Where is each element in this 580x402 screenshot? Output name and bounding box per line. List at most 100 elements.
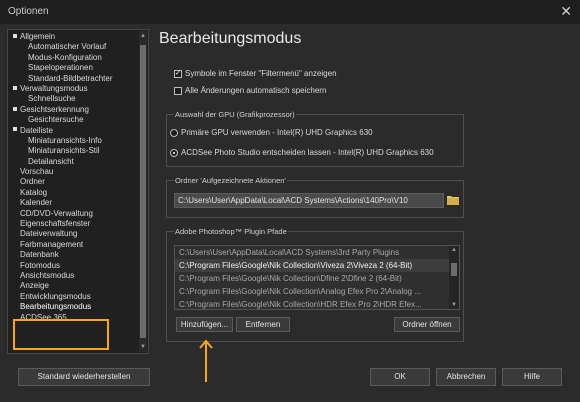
scroll-up-icon[interactable]: ▲	[139, 33, 147, 39]
checkbox-box[interactable]: ✓	[174, 69, 182, 78]
sidebar-item[interactable]: Miniaturansichts-Info	[8, 136, 148, 146]
sidebar-item-label: Automatischer Vorlauf	[28, 42, 107, 52]
filter-menu-icons-checkbox[interactable]: ✓ Symbole im Fenster "Filtermenü" anzeig…	[174, 69, 337, 78]
scroll-up-icon[interactable]: ▲	[449, 247, 459, 253]
sidebar-item-label: Ordner	[20, 177, 45, 187]
sidebar-item-label: CD/DVD-Verwaltung	[20, 208, 93, 218]
close-icon[interactable]: ✕	[560, 3, 572, 20]
expand-square-icon[interactable]	[13, 33, 17, 38]
sidebar-item[interactable]: Dateiliste	[8, 126, 148, 136]
sidebar-item-label: Gesichtserkennung	[20, 104, 89, 114]
sidebar-item[interactable]: Gesichtserkennung	[8, 105, 148, 115]
sidebar-item-label: Gesichtersuche	[28, 115, 84, 125]
plugin-paths-rows: C:\Users\User\AppData\Local\ACD Systems\…	[175, 246, 459, 309]
sidebar-item[interactable]: Modus-Konfiguration	[8, 53, 148, 63]
sidebar-item-label: Allgemein	[20, 32, 56, 41]
help-button[interactable]: Hilfe	[502, 368, 562, 386]
annotation-highlight-box	[13, 319, 109, 350]
expand-square-icon[interactable]	[13, 106, 17, 111]
sidebar-item-label: Verwaltungsmodus	[20, 83, 88, 93]
plugin-list-scroll-thumb[interactable]	[451, 263, 457, 276]
sidebar-item-label: Bearbeitungsmodus	[20, 302, 92, 312]
plugin-path-row[interactable]: C:\Program Files\Google\Nik Collection\A…	[175, 285, 449, 298]
scroll-down-icon[interactable]: ▼	[449, 302, 459, 308]
sidebar-item[interactable]: Kalender	[8, 198, 148, 208]
options-tree: Allgemein Automatischer Vorlauf Modus-Konf…	[7, 29, 149, 354]
add-plugin-path-button[interactable]: Hinzufügen...	[176, 317, 233, 332]
sidebar-item-label: Ansichtsmodus	[20, 270, 75, 280]
sidebar-item-label: Kalender	[20, 198, 53, 208]
gpu-option-auto[interactable]: ACDSee Photo Studio entscheiden lassen -…	[170, 148, 434, 157]
plugin-path-row[interactable]: C:\Users\User\AppData\Local\ACD Systems\…	[175, 246, 449, 259]
sidebar-item[interactable]: Automatischer Vorlauf	[8, 42, 148, 52]
sidebar-scroll-thumb[interactable]	[140, 45, 146, 338]
checkbox-label: Alle Änderungen automatisch speichern	[185, 86, 327, 95]
auto-save-checkbox[interactable]: Alle Änderungen automatisch speichern	[174, 86, 326, 95]
gpu-group: Auswahl der GPU (Grafikprozessor)	[166, 110, 464, 167]
sidebar-item[interactable]: Fotomodus	[8, 261, 148, 271]
sidebar-item-label: Datenbank	[20, 250, 59, 260]
sidebar-item[interactable]: Anzeige	[8, 281, 148, 291]
sidebar-item[interactable]: Vorschau	[8, 167, 148, 177]
sidebar-item-label: Modus-Konfiguration	[28, 52, 102, 62]
remove-plugin-path-button[interactable]: Entfernen	[236, 317, 290, 332]
sidebar-item[interactable]: Farbmanagement	[8, 240, 148, 250]
sidebar-item[interactable]: Bearbeitungsmodus	[8, 302, 148, 312]
sidebar-item-label: Anzeige	[20, 281, 49, 291]
options-tree-list: Allgemein Automatischer Vorlauf Modus-Konf…	[8, 30, 148, 323]
sidebar-item[interactable]: Datenbank	[8, 250, 148, 260]
radio-label: Primäre GPU verwenden - Intel(R) UHD Gra…	[181, 128, 373, 137]
sidebar-item-label: Katalog	[20, 187, 48, 197]
sidebar-item[interactable]: Miniaturansichts-Stil	[8, 146, 148, 156]
sidebar-item[interactable]: Dateiverwaltung	[8, 229, 148, 239]
sidebar-item-label: Schnellsuche	[28, 94, 76, 104]
sidebar-item[interactable]: Eigenschaftsfenster	[8, 219, 148, 229]
sidebar-item[interactable]: Ordner	[8, 177, 148, 187]
sidebar-item[interactable]: Detailansicht	[8, 157, 148, 167]
sidebar-item-label: Vorschau	[20, 167, 54, 177]
sidebar-item[interactable]: CD/DVD-Verwaltung	[8, 209, 148, 219]
page-title: Bearbeitungsmodus	[159, 30, 302, 47]
plugin-path-row[interactable]: C:\Program Files\Google\Nik Collection\H…	[175, 298, 449, 309]
ok-button[interactable]: OK	[370, 368, 430, 386]
sidebar-scrollbar[interactable]: ▲ ▼	[139, 31, 147, 352]
sidebar-item[interactable]: Gesichtersuche	[8, 115, 148, 125]
radio-button[interactable]	[170, 128, 178, 137]
sidebar-item[interactable]: Verwaltungsmodus	[8, 84, 148, 94]
scroll-down-icon[interactable]: ▼	[139, 344, 147, 350]
title-bar: Optionen ✕	[0, 0, 580, 24]
sidebar-item[interactable]: Schnellsuche	[8, 94, 148, 104]
plugin-list-scrollbar[interactable]: ▲ ▼	[449, 246, 459, 309]
sidebar-item-label: Miniaturansichts-Info	[28, 135, 102, 145]
plugin-path-row[interactable]: C:\Program Files\Google\Nik Collection\V…	[175, 259, 449, 272]
cancel-button[interactable]: Abbrechen	[436, 368, 496, 386]
sidebar-item-label: Dateiverwaltung	[20, 229, 78, 239]
sidebar-item-label: Detailansicht	[28, 156, 74, 166]
sidebar-item[interactable]: Stapeloperationen	[8, 63, 148, 73]
sidebar-item-label: Miniaturansichts-Stil	[28, 146, 100, 156]
sidebar-item-label: Standard-Bildbetrachter	[28, 73, 113, 83]
window-title: Optionen	[8, 6, 49, 17]
sidebar-item-label: Entwicklungsmodus	[20, 291, 91, 301]
checkbox-box[interactable]	[174, 86, 182, 95]
radio-button[interactable]	[170, 148, 178, 157]
sidebar-item[interactable]: Allgemein	[8, 32, 148, 42]
sidebar-item-label: Eigenschaftsfenster	[20, 219, 91, 229]
arrow-up-icon	[199, 339, 213, 382]
plugin-paths-list[interactable]: C:\Users\User\AppData\Local\ACD Systems\…	[174, 245, 460, 310]
sidebar-item[interactable]: Entwicklungsmodus	[8, 292, 148, 302]
checkbox-label: Symbole im Fenster "Filtermenü" anzeigen	[185, 69, 337, 78]
open-folder-button[interactable]: Ordner öffnen	[394, 317, 460, 332]
sidebar-item[interactable]: Standard-Bildbetrachter	[8, 74, 148, 84]
gpu-group-title: Auswahl der GPU (Grafikprozessor)	[174, 110, 296, 119]
restore-defaults-button[interactable]: Standard wiederherstellen	[18, 368, 150, 386]
expand-square-icon[interactable]	[13, 85, 17, 90]
sidebar-item[interactable]: Katalog	[8, 188, 148, 198]
gpu-option-primary[interactable]: Primäre GPU verwenden - Intel(R) UHD Gra…	[170, 128, 373, 137]
plugin-path-row[interactable]: C:\Program Files\Google\Nik Collection\D…	[175, 272, 449, 285]
actions-folder-group-title: Ordner 'Aufgezeichnete Aktionen'	[174, 176, 287, 185]
folder-icon[interactable]	[447, 194, 459, 205]
sidebar-item[interactable]: Ansichtsmodus	[8, 271, 148, 281]
expand-square-icon[interactable]	[13, 127, 17, 132]
actions-folder-path-field[interactable]: C:\Users\User\AppData\Local\ACD Systems\…	[174, 193, 444, 208]
